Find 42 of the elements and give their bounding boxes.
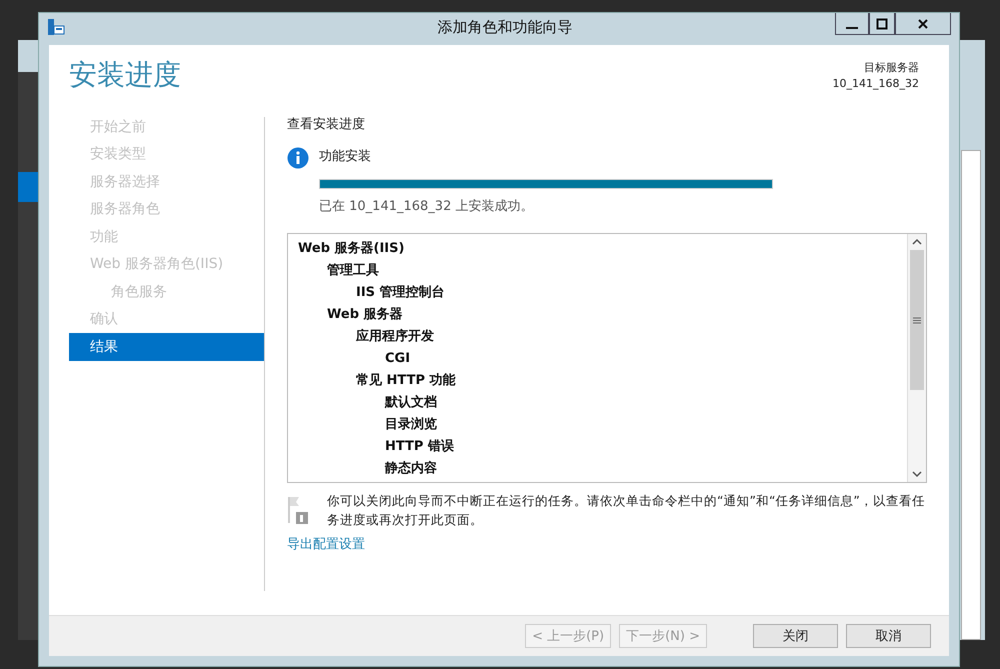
status-title: 功能安装: [319, 148, 372, 165]
server-name: 10_141_168_32: [832, 77, 919, 90]
sidebar-item[interactable]: 服务器角色: [69, 196, 264, 223]
sidebar-item[interactable]: Web 服务器角色(IIS): [69, 250, 264, 278]
window-title: 添加角色和功能向导: [436, 18, 574, 36]
export-settings-link[interactable]: 导出配置设置: [287, 535, 365, 553]
page-title: 安装进度: [69, 57, 181, 93]
tree-item: 常见 HTTP 功能: [355, 372, 456, 390]
tree-item: Web 服务器: [326, 306, 404, 324]
maximize-icon: [876, 18, 888, 30]
sidebar-item[interactable]: 安装类型: [69, 140, 264, 168]
sidebar-item[interactable]: 开始之前: [69, 113, 264, 140]
section-heading: 查看安装进度: [287, 116, 366, 133]
info-note: 你可以关闭此向导而不中断正在运行的任务。请依次单击命令栏中的“通知”和“任务详细信息”，以查看任务进度或再次打开此页面。: [327, 492, 926, 529]
minimize-button[interactable]: [835, 13, 869, 35]
sidebar-item[interactable]: 功能: [69, 223, 264, 250]
wizard-button[interactable]: 关闭: [753, 624, 838, 648]
tree-item: IIS 管理控制台: [355, 284, 446, 302]
maximize-button[interactable]: [869, 13, 895, 35]
wizard-button[interactable]: 取消: [846, 624, 931, 648]
tree-item: 目录浏览: [384, 416, 438, 434]
scroll-thumb[interactable]: [910, 250, 924, 390]
close-icon: [917, 18, 929, 30]
tree-item: 静态内容: [384, 460, 438, 478]
info-icon: [287, 147, 309, 169]
tree-item: 应用程序开发: [354, 328, 435, 346]
tree-item: HTTP 错误: [384, 438, 455, 456]
tree-item: Web 服务器(IIS): [298, 240, 406, 258]
server-label: 目标服务器: [863, 60, 919, 75]
flag-icon: [287, 495, 309, 525]
server-icon: [47, 18, 65, 36]
tree-item: CGI: [384, 350, 412, 368]
minimize-icon: [846, 26, 858, 28]
tree-item: 管理工具: [326, 262, 380, 280]
tree-item: 默认文档: [384, 394, 438, 412]
sidebar-item[interactable]: 确认: [69, 306, 264, 333]
sidebar-item[interactable]: 结果: [69, 333, 264, 360]
close-button[interactable]: [895, 13, 951, 35]
sidebar-item[interactable]: 角色服务: [69, 278, 264, 306]
status-message: 已在 10_141_168_32 上安装成功。: [319, 198, 534, 215]
scrollbar[interactable]: [907, 234, 926, 482]
sidebar-item[interactable]: 服务器选择: [69, 168, 264, 196]
